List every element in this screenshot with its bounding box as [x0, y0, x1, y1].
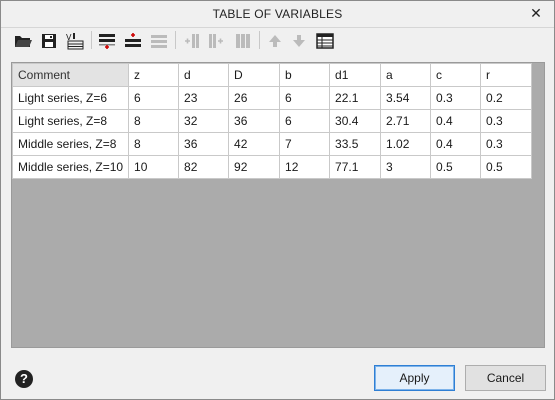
close-icon[interactable]: ✕ — [528, 4, 544, 22]
toolbar-separator — [259, 31, 260, 49]
save-icon[interactable] — [39, 31, 59, 51]
table-cell[interactable]: 8 — [128, 132, 180, 156]
table-cell[interactable]: Middle series, Z=10 — [11, 155, 130, 179]
table-cell[interactable]: 0.4 — [430, 132, 482, 156]
table-cell[interactable]: 32 — [178, 109, 230, 133]
dialog-title: TABLE OF VARIABLES — [212, 7, 343, 21]
column-header-d1[interactable]: d1 — [329, 63, 382, 87]
move-up-icon — [265, 31, 285, 51]
table-properties-icon[interactable] — [315, 31, 335, 51]
table-cell[interactable]: 22.1 — [329, 86, 382, 110]
table-cell[interactable]: 3.54 — [380, 86, 432, 110]
apply-button[interactable]: Apply — [374, 365, 455, 391]
table-cell[interactable]: 36 — [228, 109, 281, 133]
table-cell[interactable]: 36 — [178, 132, 230, 156]
table-cell[interactable]: 82 — [178, 155, 230, 179]
insert-column-right-icon — [207, 31, 227, 51]
column-header-a[interactable]: a — [380, 63, 432, 87]
column-header-comment[interactable]: Comment — [11, 63, 130, 87]
table-of-variables-dialog: TABLE OF VARIABLES ✕ V Comment z d D b d… — [0, 0, 555, 400]
table-cell[interactable]: 26 — [228, 86, 281, 110]
table-cell[interactable]: Light series, Z=8 — [11, 109, 130, 133]
table-row: Middle series, Z=8 8 36 42 7 33.5 1.02 0… — [11, 132, 533, 156]
open-folder-icon[interactable] — [13, 31, 33, 51]
insert-row-above-icon[interactable] — [97, 31, 117, 51]
table-cell[interactable]: 0.2 — [480, 86, 533, 110]
table-row: Middle series, Z=10 10 82 92 12 77.1 3 0… — [11, 155, 533, 179]
table-row: Light series, Z=6 6 23 26 6 22.1 3.54 0.… — [11, 86, 533, 110]
column-header-D[interactable]: D — [228, 63, 281, 87]
table-cell[interactable]: 0.4 — [430, 109, 482, 133]
title-bar: TABLE OF VARIABLES ✕ — [1, 1, 554, 28]
table-cell[interactable]: 7 — [279, 132, 331, 156]
table-cell[interactable]: 12 — [279, 155, 331, 179]
table-row: Light series, Z=8 8 32 36 6 30.4 2.71 0.… — [11, 109, 533, 133]
variables-import-icon[interactable]: V — [65, 31, 85, 51]
table-cell[interactable]: 0.5 — [430, 155, 482, 179]
delete-column-icon — [233, 31, 253, 51]
table-cell[interactable]: 0.3 — [480, 109, 533, 133]
table-header-row: Comment z d D b d1 a c r — [11, 63, 533, 87]
table-cell[interactable]: 0.3 — [480, 132, 533, 156]
table-cell[interactable]: 23 — [178, 86, 230, 110]
delete-row-icon — [149, 31, 169, 51]
column-header-r[interactable]: r — [480, 63, 533, 87]
insert-column-left-icon — [181, 31, 201, 51]
table-cell[interactable]: 42 — [228, 132, 281, 156]
table-cell[interactable]: 92 — [228, 155, 281, 179]
column-header-c[interactable]: c — [430, 63, 482, 87]
variables-grid[interactable]: Comment z d D b d1 a c r Light series, Z… — [11, 62, 545, 348]
table-cell[interactable]: 6 — [279, 86, 331, 110]
table-cell[interactable]: 1.02 — [380, 132, 432, 156]
toolbar-separator — [91, 31, 92, 49]
insert-row-below-icon[interactable] — [123, 31, 143, 51]
table-cell[interactable]: 2.71 — [380, 109, 432, 133]
column-header-d[interactable]: d — [178, 63, 230, 87]
table-cell[interactable]: 77.1 — [329, 155, 382, 179]
column-header-z[interactable]: z — [128, 63, 180, 87]
variables-table: Comment z d D b d1 a c r Light series, Z… — [11, 63, 533, 179]
toolbar: V — [11, 29, 544, 53]
table-cell[interactable]: 30.4 — [329, 109, 382, 133]
table-cell[interactable]: 0.5 — [480, 155, 533, 179]
cancel-button[interactable]: Cancel — [465, 365, 546, 391]
table-cell[interactable]: 3 — [380, 155, 432, 179]
table-cell[interactable]: 8 — [128, 109, 180, 133]
table-cell[interactable]: 6 — [279, 109, 331, 133]
table-cell[interactable]: Light series, Z=6 — [11, 86, 130, 110]
move-down-icon — [289, 31, 309, 51]
help-icon[interactable]: ? — [15, 370, 33, 388]
toolbar-separator — [175, 31, 176, 49]
table-cell[interactable]: Middle series, Z=8 — [11, 132, 130, 156]
table-cell[interactable]: 6 — [128, 86, 180, 110]
table-cell[interactable]: 10 — [128, 155, 180, 179]
table-cell[interactable]: 0.3 — [430, 86, 482, 110]
column-header-b[interactable]: b — [279, 63, 331, 87]
table-cell[interactable]: 33.5 — [329, 132, 382, 156]
